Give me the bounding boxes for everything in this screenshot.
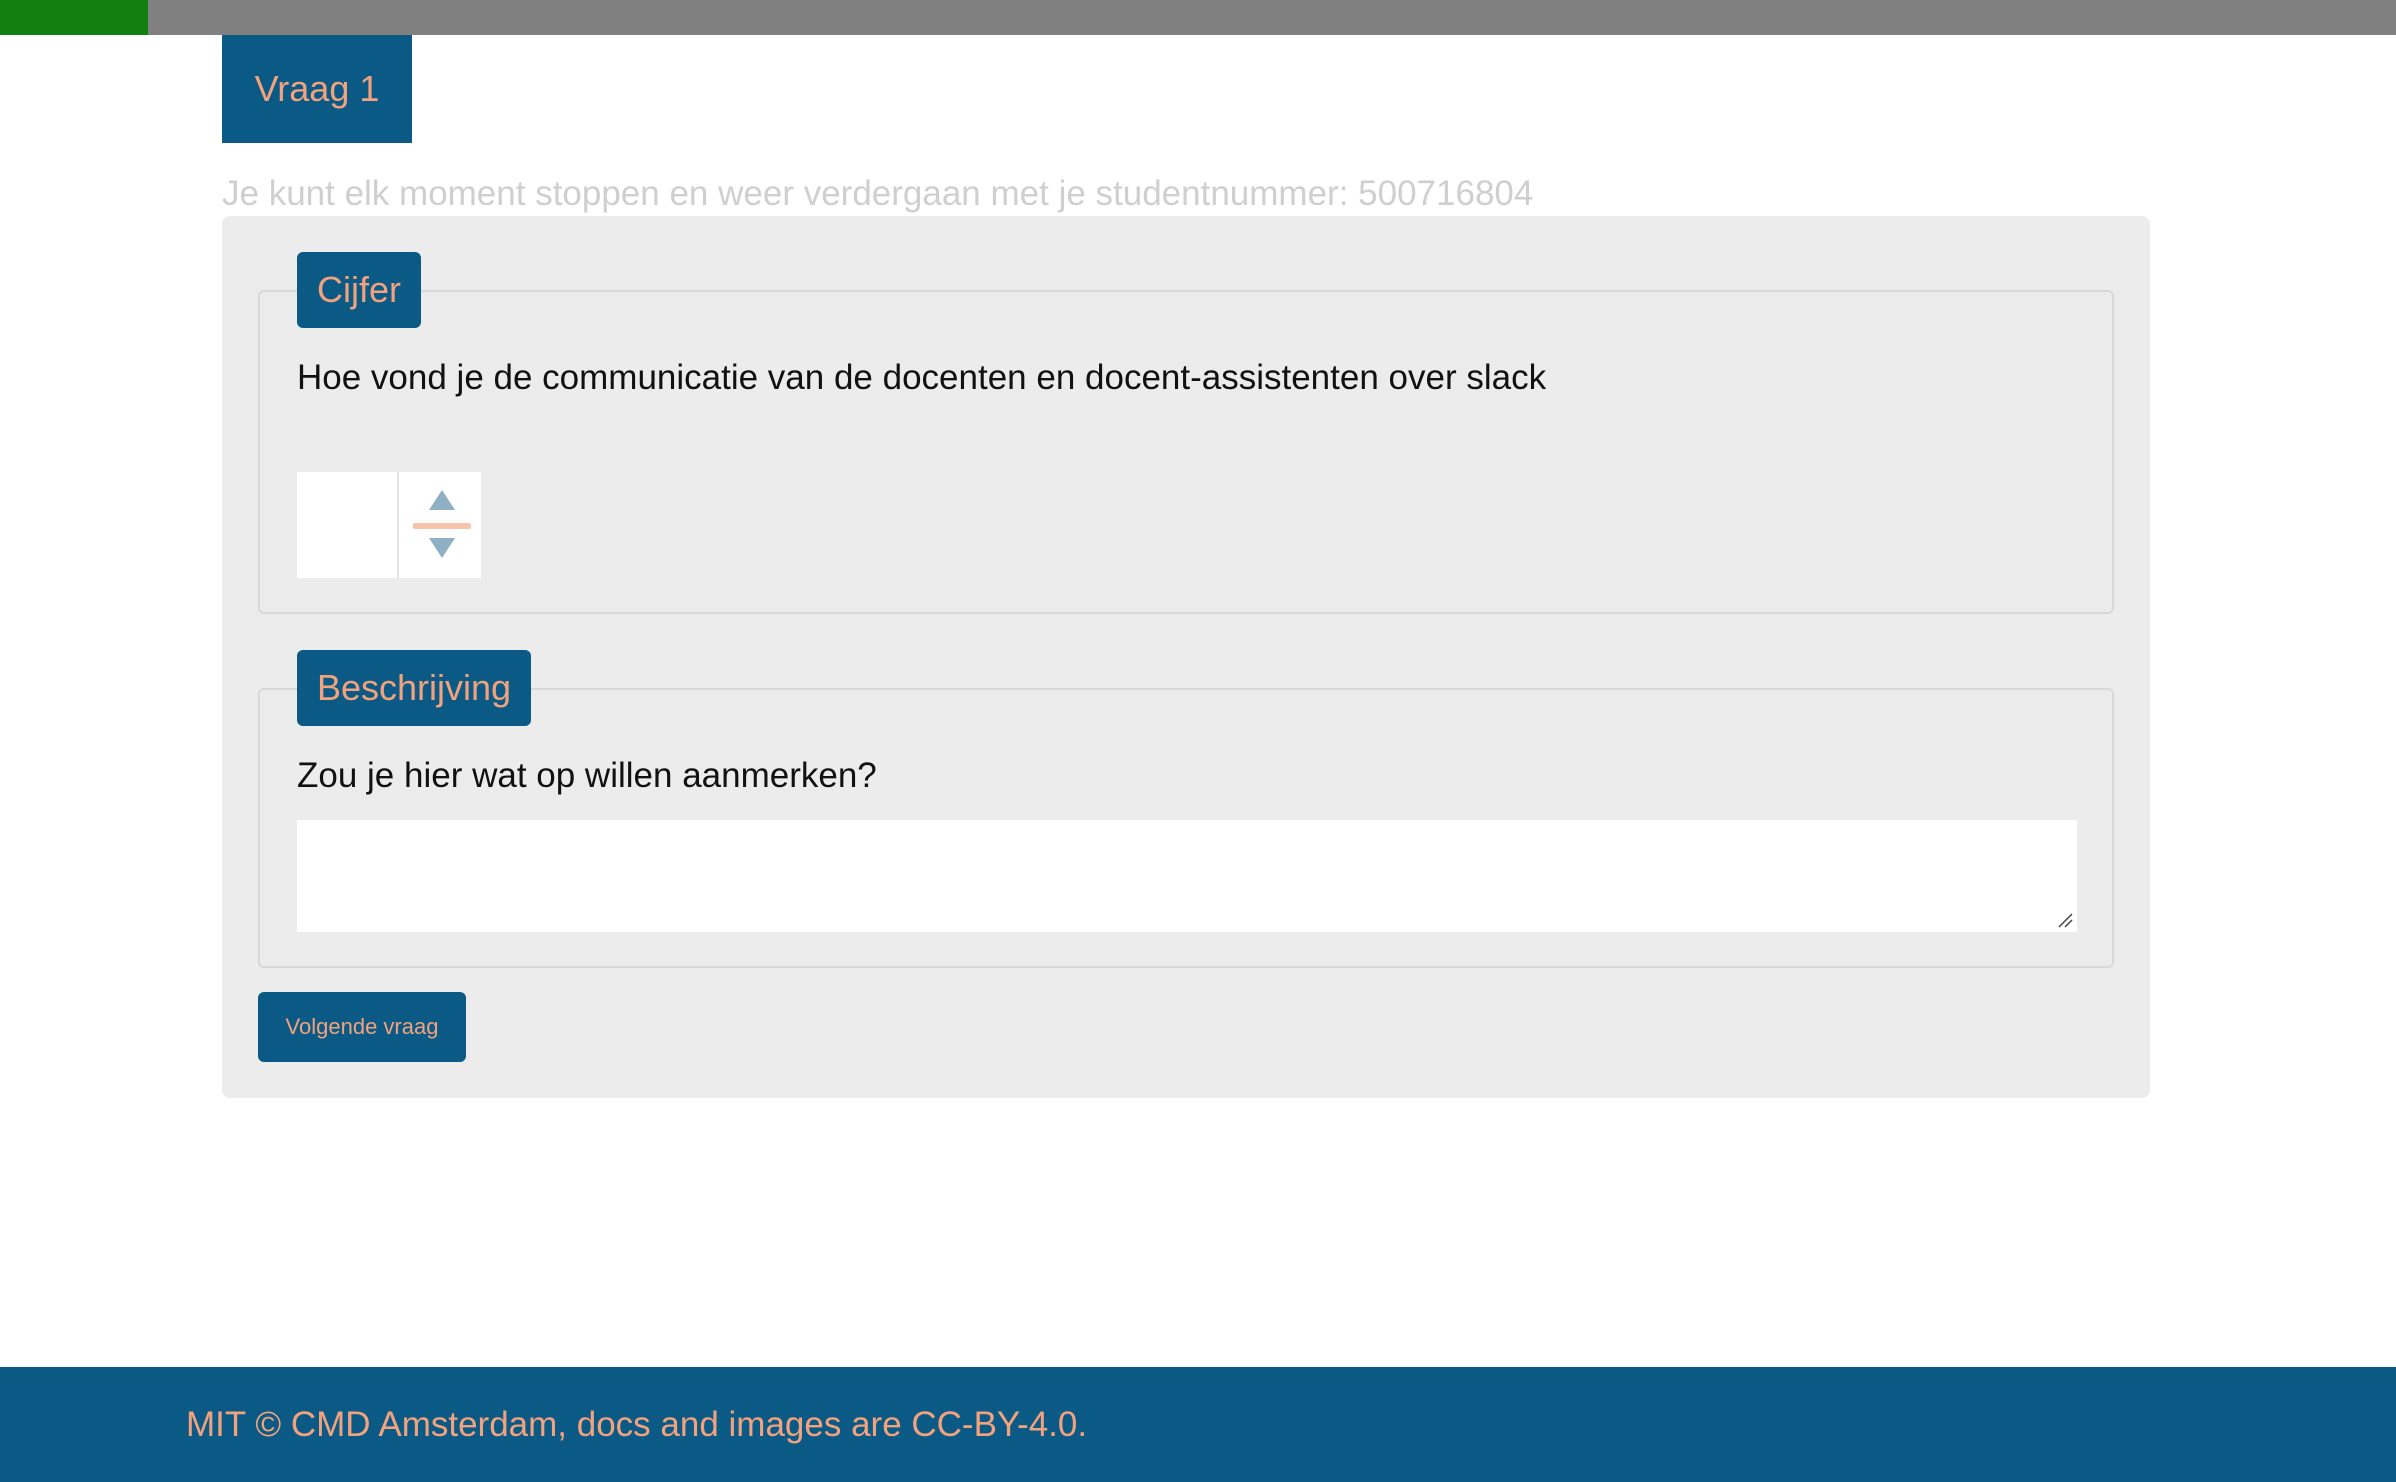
- description-question: Zou je hier wat op willen aanmerken?: [297, 756, 877, 795]
- grade-stepper[interactable]: [401, 472, 481, 578]
- progress-bar: [0, 0, 2396, 35]
- resume-note: Je kunt elk moment stoppen en weer verde…: [222, 174, 1534, 213]
- next-question-button[interactable]: Volgende vraag: [258, 992, 466, 1062]
- grade-value[interactable]: [297, 472, 399, 578]
- grade-legend: Cijfer: [297, 252, 422, 328]
- progress-bar-fill: [0, 0, 149, 35]
- stepper-divider: [413, 523, 471, 529]
- question-tab: Vraag 1: [222, 35, 412, 143]
- triangle-up-icon[interactable]: [427, 488, 457, 512]
- description-fieldset: Beschrijving Zou je hier wat op willen a…: [258, 650, 2114, 968]
- question-card: Cijfer Hoe vond je de communicatie van d…: [222, 216, 2150, 1098]
- resize-grip-icon[interactable]: [2057, 912, 2073, 928]
- grade-fieldset: Cijfer Hoe vond je de communicatie van d…: [258, 252, 2114, 614]
- footer: MIT © CMD Amsterdam, docs and images are…: [0, 1367, 2396, 1482]
- footer-text: MIT © CMD Amsterdam, docs and images are…: [186, 1405, 1088, 1444]
- triangle-down-icon[interactable]: [427, 536, 457, 560]
- grade-question: Hoe vond je de communicatie van de docen…: [297, 358, 1547, 397]
- description-legend: Beschrijving: [297, 650, 532, 726]
- description-textarea[interactable]: [297, 820, 2077, 932]
- grade-number-input[interactable]: [297, 472, 481, 578]
